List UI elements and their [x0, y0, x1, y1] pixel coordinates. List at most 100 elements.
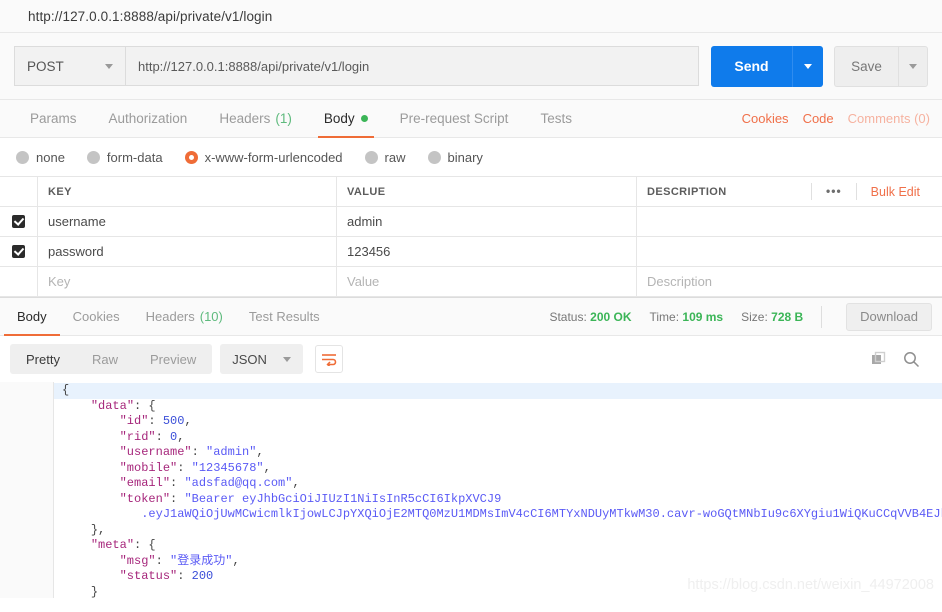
wrap-lines-button[interactable]: [314, 345, 343, 373]
request-tab-bar: Params Authorization Headers (1) Body Pr…: [0, 100, 942, 138]
copy-icon: [872, 351, 886, 364]
body-type-none[interactable]: none: [16, 150, 65, 165]
tab-count-badge: (10): [199, 309, 223, 324]
view-mode-pretty[interactable]: Pretty: [10, 344, 76, 374]
tab-label: Cookies: [72, 309, 120, 324]
response-tab-body[interactable]: Body: [4, 298, 60, 336]
send-button[interactable]: Send: [711, 45, 792, 87]
row-value[interactable]: admin: [337, 207, 637, 236]
radio-icon: [16, 150, 29, 164]
tab-label: Params: [30, 111, 77, 126]
code-line: 1▾{: [0, 383, 942, 399]
request-tab-actions: Cookies Code Comments (0): [742, 100, 942, 137]
save-button[interactable]: Save: [834, 45, 898, 87]
code-text: "meta": {: [90, 538, 156, 552]
code-text: "id": 500,: [119, 414, 192, 428]
response-tab-headers[interactable]: Headers (10): [133, 298, 236, 335]
response-format-select[interactable]: JSON: [220, 344, 303, 374]
radio-label: form-data: [106, 149, 163, 165]
url-input[interactable]: [125, 46, 699, 86]
header-value: VALUE: [337, 177, 637, 206]
response-format-label: JSON: [232, 351, 267, 367]
tab-headers[interactable]: Headers (1): [203, 100, 308, 137]
search-icon: [904, 351, 920, 367]
bulk-edit-link[interactable]: Bulk Edit: [857, 185, 932, 199]
code-text: "email": "adsfad@qq.com",: [119, 476, 300, 490]
code-text: "rid": 0,: [119, 429, 185, 444]
tab-label: Tests: [540, 111, 572, 126]
comments-link[interactable]: Comments (0): [848, 111, 930, 126]
code-link[interactable]: Code: [803, 111, 834, 126]
request-title-bar: http://127.0.0.1:8888/api/private/v1/log…: [0, 0, 942, 33]
response-tab-cookies[interactable]: Cookies: [60, 298, 133, 335]
tab-params[interactable]: Params: [14, 100, 93, 137]
tab-count-badge: (1): [275, 111, 292, 126]
code-line: 4 "rid": 0,: [0, 430, 942, 446]
code-text: {: [62, 383, 70, 397]
row-checkbox[interactable]: [12, 215, 25, 228]
wrap-lines-icon: [321, 353, 337, 366]
table-new-row: Key Value Description: [0, 267, 942, 297]
tab-label: Headers: [145, 309, 195, 324]
url-bar: POST Send Save: [0, 33, 942, 100]
tab-tests[interactable]: Tests: [524, 100, 588, 137]
size-value: 728 B: [771, 309, 804, 324]
chevron-down-icon: [282, 356, 291, 362]
radio-label: x-www-form-urlencoded: [204, 149, 343, 165]
code-text: },: [90, 522, 106, 537]
view-mode-preview[interactable]: Preview: [134, 344, 212, 374]
code-text: "token": "Bearer eyJhbGciOiJIUzI1NiIsInR…: [119, 491, 502, 506]
radio-icon: [364, 150, 378, 164]
new-row-checkbox-cell: [0, 267, 38, 296]
tab-body[interactable]: Body: [308, 100, 384, 138]
body-type-x-www-form-urlencoded[interactable]: x-www-form-urlencoded: [184, 149, 343, 165]
code-line: 6 "mobile": "12345678",: [0, 461, 942, 477]
tab-authorization[interactable]: Authorization: [93, 100, 204, 137]
view-mode-raw[interactable]: Raw: [76, 344, 134, 374]
editor-code-lines: 1▾{2▾ "data": {3 "id": 500,4 "rid": 0,5 …: [0, 382, 942, 598]
response-tab-test-results[interactable]: Test Results: [236, 298, 333, 335]
body-type-form-data[interactable]: form-data: [86, 149, 163, 165]
more-options-icon[interactable]: •••: [811, 183, 857, 200]
copy-button[interactable]: [871, 351, 887, 367]
new-row-description-input[interactable]: Description: [637, 267, 942, 296]
tab-pre-request-script[interactable]: Pre-request Script: [384, 100, 525, 137]
download-button[interactable]: Download: [846, 302, 932, 331]
tab-label: Test Results: [248, 309, 320, 324]
code-text: "msg": "登录成功",: [119, 553, 240, 568]
header-description: DESCRIPTION ••• Bulk Edit: [637, 177, 942, 206]
send-options-button[interactable]: [792, 45, 823, 87]
editor-gutter: [0, 382, 54, 598]
response-tab-bar: Body Cookies Headers (10) Test Results S…: [0, 297, 942, 336]
code-text: "status": 200: [119, 569, 214, 583]
save-options-button[interactable]: [898, 45, 928, 87]
row-value[interactable]: 123456: [337, 237, 637, 266]
row-checkbox[interactable]: [12, 245, 25, 258]
code-line: .eyJ1aWQiOjUwMCwicmlkIjowLCJpYXQiOjE2MTQ…: [0, 507, 942, 523]
code-line: 13 }: [0, 585, 942, 599]
tab-label: Body: [17, 309, 47, 324]
body-type-raw[interactable]: raw: [364, 149, 406, 165]
time-label: Time:: [649, 309, 680, 324]
code-line: 8 "token": "Bearer eyJhbGciOiJIUzI1NiIsI…: [0, 492, 942, 508]
tab-label: Pre-request Script: [399, 111, 509, 126]
body-type-binary[interactable]: binary: [427, 150, 483, 165]
radio-label: raw: [384, 149, 406, 165]
row-key[interactable]: password: [38, 237, 337, 266]
code-line: 11 "msg": "登录成功",: [0, 554, 942, 570]
code-line: 7 "email": "adsfad@qq.com",: [0, 476, 942, 492]
cookies-link[interactable]: Cookies: [742, 111, 789, 126]
tab-label: Body: [323, 111, 355, 126]
row-description[interactable]: [637, 207, 942, 236]
response-meta: Status: 200 OK Time: 109 ms Size: 728 B …: [549, 298, 942, 335]
row-key[interactable]: username: [38, 207, 337, 236]
row-description[interactable]: [637, 237, 942, 266]
search-button[interactable]: [903, 351, 920, 368]
chevron-down-icon: [909, 63, 917, 69]
http-method-select[interactable]: POST: [14, 46, 125, 86]
response-body-editor[interactable]: 1▾{2▾ "data": {3 "id": 500,4 "rid": 0,5 …: [0, 382, 942, 598]
code-text: "mobile": "12345678",: [119, 460, 271, 475]
new-row-key-input[interactable]: Key: [38, 267, 337, 296]
code-line: 3 "id": 500,: [0, 414, 942, 430]
new-row-value-input[interactable]: Value: [337, 267, 637, 296]
